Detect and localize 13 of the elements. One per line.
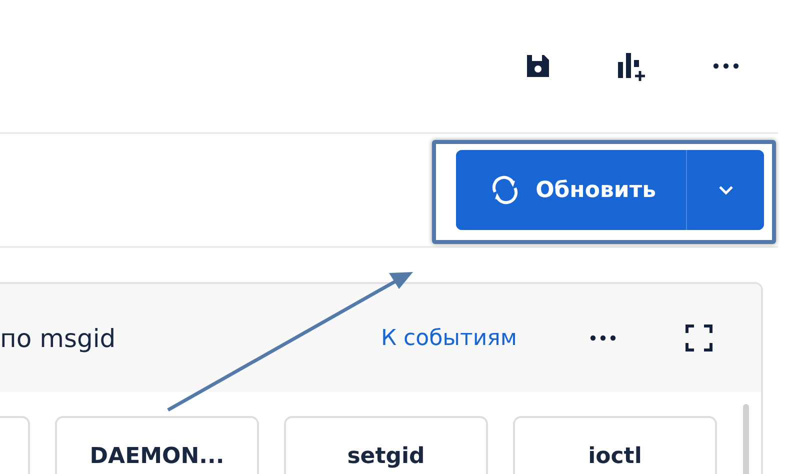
add-chart-icon[interactable] xyxy=(616,50,648,82)
card[interactable]: DAEMON... xyxy=(55,416,259,474)
card-label: setgid xyxy=(347,444,425,471)
panel-title: по msgid xyxy=(0,324,117,352)
card-label: DAEMON... xyxy=(90,444,224,471)
events-link[interactable]: К событиям xyxy=(380,326,517,350)
fullscreen-icon[interactable] xyxy=(683,322,715,354)
scrollbar[interactable] xyxy=(743,404,749,474)
chevron-down-icon xyxy=(718,185,734,195)
card[interactable]: setgid xyxy=(284,416,488,474)
refresh-icon xyxy=(490,175,520,205)
card-label: ioctl xyxy=(588,444,642,471)
card[interactable]: ioctl xyxy=(513,416,717,474)
